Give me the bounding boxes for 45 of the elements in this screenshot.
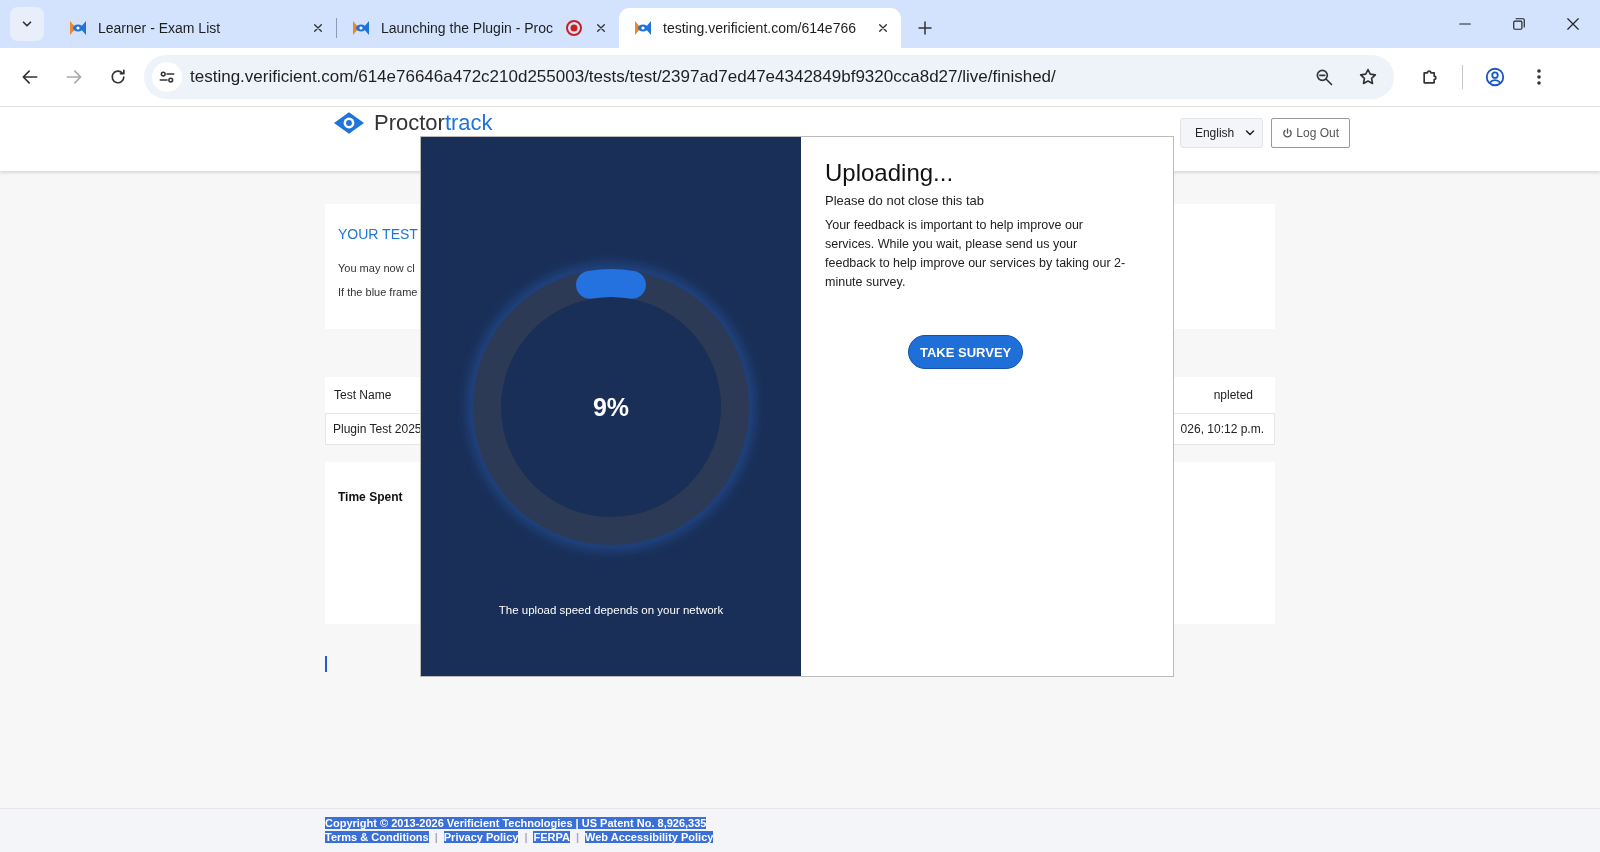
take-survey-button[interactable]: TAKE SURVEY [908, 335, 1024, 369]
site-settings-button[interactable] [152, 62, 182, 92]
star-icon [1358, 67, 1378, 87]
logo-text: Proctortrack [374, 111, 493, 135]
address-bar[interactable]: testing.verificient.com/614e76646a472c210d255003/tests/test/2397ad7ed47e4342849bf9320cca8d27/live/finished/ [144, 55, 1394, 99]
plus-icon [916, 19, 934, 37]
feedback-text: Your feedback is important to help improve our services. While you wait, please send us your feedback to help improve our services by taking our 2-minute survey. [825, 217, 1127, 291]
table-cell: 026, 10:12 p.m. [1180, 422, 1264, 436]
network-note: The upload speed depends on your network [498, 604, 724, 616]
modal-subtitle: Please do not close this tab [825, 193, 984, 208]
column-header: Test Name [334, 388, 392, 402]
browser-tab[interactable]: testing.verificient.com/614e766 [619, 8, 901, 48]
separator-text: | [433, 831, 439, 843]
back-arrow-icon [20, 67, 40, 87]
restore-icon [1512, 17, 1526, 31]
close-icon [1566, 17, 1580, 31]
column-header: npleted [1213, 388, 1253, 402]
copyright-text: Copyright © 2013-2026 Verificient Technologies | US Patent No. 8,926,335 [325, 817, 707, 829]
info-text: If the blue frame [338, 286, 418, 298]
browser-tab[interactable]: Learner - Exam List [54, 8, 336, 48]
result-title: YOUR TEST [338, 226, 418, 242]
text-cursor [325, 656, 327, 672]
percent-text: 9% [592, 393, 630, 421]
sliders-icon [158, 68, 176, 86]
eye-logo-icon [334, 112, 364, 134]
puzzle-icon [1420, 67, 1440, 87]
footer-link[interactable]: FERPA [533, 831, 570, 843]
footer-link[interactable]: Terms & Conditions [325, 831, 429, 843]
modal-title: Uploading... [825, 159, 954, 187]
profile-icon [1484, 66, 1506, 88]
logout-button[interactable]: Log Out [1271, 118, 1350, 148]
footer-link[interactable]: Privacy Policy [443, 831, 519, 843]
reload-icon [108, 67, 128, 87]
power-icon [1282, 127, 1294, 139]
zoom-out-icon [1314, 67, 1334, 87]
url-text: testing.verificient.com/614e76646a472c210d255003/tests/test/2397ad7ed47e4342849bf9320cca8d27/live/finished/ [190, 67, 1057, 87]
info-text: You may now cl [338, 262, 415, 274]
footer-link[interactable]: Web Accessibility Policy [585, 831, 714, 843]
separator-text: | [574, 831, 580, 843]
browser-tab[interactable]: Launching the Plugin - Proc [337, 8, 619, 48]
language-dropdown[interactable]: English [1179, 118, 1264, 148]
time-spent-label: Time Spent [338, 490, 403, 504]
kebab-icon [1537, 69, 1541, 85]
forward-arrow-icon [64, 67, 84, 87]
separator-text: | [523, 831, 529, 843]
